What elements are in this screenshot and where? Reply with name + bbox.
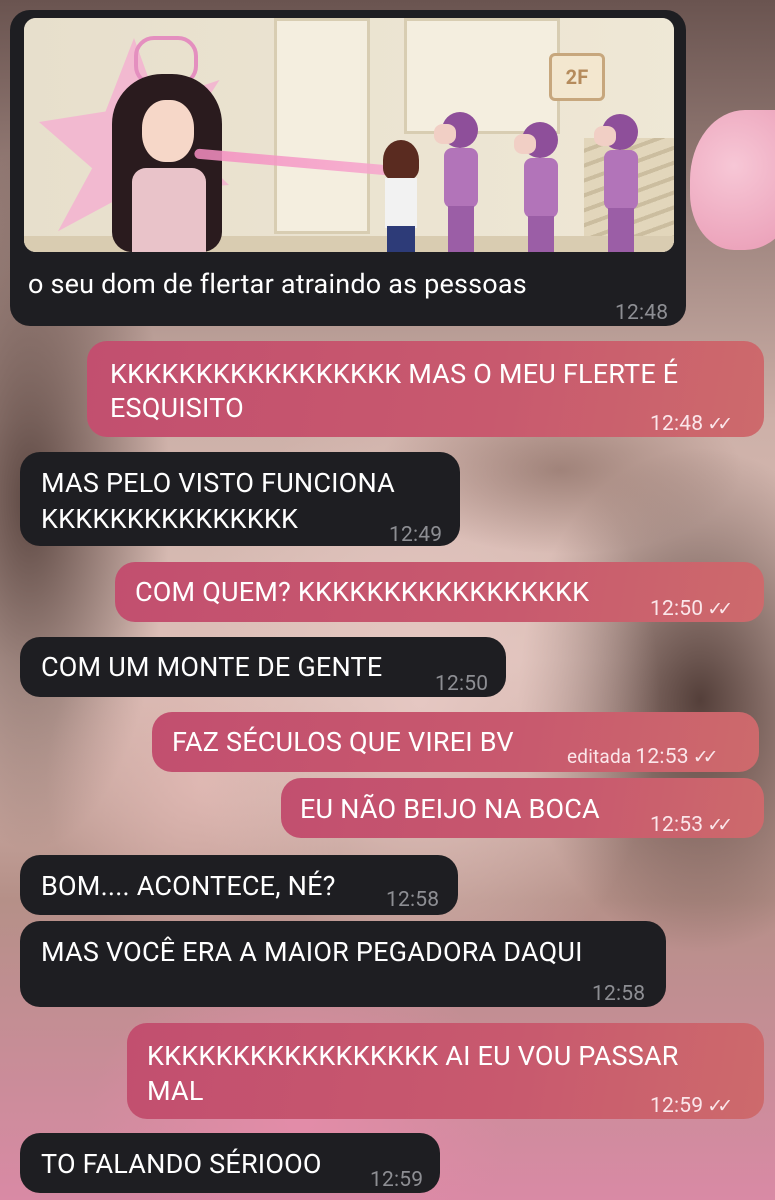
message-text-line: BOM.... ACONTECE, NÉ? xyxy=(41,870,336,902)
gif-cartoon-kid xyxy=(379,140,423,252)
message-text-line: KKKKKKKKKKKKKKKKK AI EU VOU PASSAR xyxy=(147,1040,679,1072)
gif-girl-body xyxy=(132,168,206,252)
incoming-message-bubble[interactable]: TO FALANDO SÉRIOOO 12:59 xyxy=(20,1133,440,1193)
gif-girl-face xyxy=(142,100,194,162)
gif-door xyxy=(274,18,370,234)
outgoing-message-bubble[interactable]: EU NÃO BEIJO NA BOCA 12:53 ✓✓ xyxy=(281,778,764,838)
message-time: 12:59 xyxy=(650,1094,704,1118)
message-time: 12:53 xyxy=(635,745,689,769)
message-time: 12:59 xyxy=(370,1168,424,1192)
gif-cartoon-figure xyxy=(514,122,570,252)
message-text-line: KKKKKKKKKKKKKKK xyxy=(41,503,299,535)
outgoing-message-bubble[interactable]: COM QUEM? KKKKKKKKKKKKKKKKK 12:50 ✓✓ xyxy=(115,562,764,622)
gif-cartoon-figure xyxy=(434,112,490,252)
message-time-status: editada 12:53 ✓✓ xyxy=(567,738,719,776)
incoming-message-bubble[interactable]: BOM.... ACONTECE, NÉ? 12:58 xyxy=(20,855,458,915)
message-time-status: 12:53 ✓✓ xyxy=(650,806,733,844)
message-time-status: 12:48 ✓✓ xyxy=(650,405,733,443)
message-text-line: COM QUEM? KKKKKKKKKKKKKKKKK xyxy=(135,576,590,608)
read-receipt-icon: ✓✓ xyxy=(707,597,733,620)
message-time: 12:48 xyxy=(650,412,704,436)
message-time: 12:53 xyxy=(650,813,704,837)
read-receipt-icon: ✓✓ xyxy=(692,745,719,768)
message-time: 12:49 xyxy=(389,523,443,547)
message-text-line: TO FALANDO SÉRIOOO xyxy=(41,1148,322,1180)
outgoing-message-bubble[interactable]: FAZ SÉCULOS QUE VIREI BV editada 12:53 ✓✓ xyxy=(152,712,759,772)
incoming-message-bubble[interactable]: COM UM MONTE DE GENTE 12:50 xyxy=(20,637,506,697)
edited-label: editada xyxy=(567,745,632,768)
message-time: 12:50 xyxy=(435,672,489,696)
message-text-line: MAL xyxy=(147,1075,204,1107)
outgoing-message-bubble[interactable]: KKKKKKKKKKKKKKKKK AI EU VOU PASSAR MAL 1… xyxy=(127,1023,764,1119)
incoming-message-bubble[interactable]: MAS PELO VISTO FUNCIONA KKKKKKKKKKKKKKK … xyxy=(20,452,460,547)
message-text-line: COM UM MONTE DE GENTE xyxy=(41,651,383,683)
gif-cartoon-figure xyxy=(594,114,650,252)
message-time: 12:58 xyxy=(386,888,440,912)
read-receipt-icon: ✓✓ xyxy=(707,1094,733,1117)
media-caption: o seu dom de flertar atraindo as pessoas xyxy=(28,268,527,300)
message-text-line: FAZ SÉCULOS QUE VIREI BV xyxy=(172,726,514,758)
message-time: 12:58 xyxy=(592,982,646,1006)
message-time: 12:50 xyxy=(650,597,704,621)
message-text-line: MAS PELO VISTO FUNCIONA xyxy=(41,467,395,499)
read-receipt-icon: ✓✓ xyxy=(707,412,733,435)
media-message-bubble[interactable]: 2F o seu dom de flertar atraindo as pess… xyxy=(10,10,686,326)
gif-floor-sign: 2F xyxy=(549,53,605,101)
outgoing-message-bubble[interactable]: KKKKKKKKKKKKKKKKK MAS O MEU FLERTE É ESQ… xyxy=(87,341,764,437)
message-time-status: 12:59 ✓✓ xyxy=(650,1087,733,1125)
incoming-message-bubble[interactable]: MAS VOCÊ ERA A MAIOR PEGADORA DAQUI 12:5… xyxy=(20,921,666,1007)
message-time: 12:48 xyxy=(615,301,669,325)
message-text-line: MAS VOCÊ ERA A MAIOR PEGADORA DAQUI xyxy=(41,936,583,968)
message-text-line: KKKKKKKKKKKKKKKKK MAS O MEU FLERTE É xyxy=(110,358,679,390)
message-text-line: EU NÃO BEIJO NA BOCA xyxy=(300,793,600,825)
message-gif[interactable]: 2F xyxy=(24,18,674,252)
message-time-status: 12:50 ✓✓ xyxy=(650,590,733,628)
read-receipt-icon: ✓✓ xyxy=(707,813,733,836)
message-text-line: ESQUISITO xyxy=(110,392,244,424)
